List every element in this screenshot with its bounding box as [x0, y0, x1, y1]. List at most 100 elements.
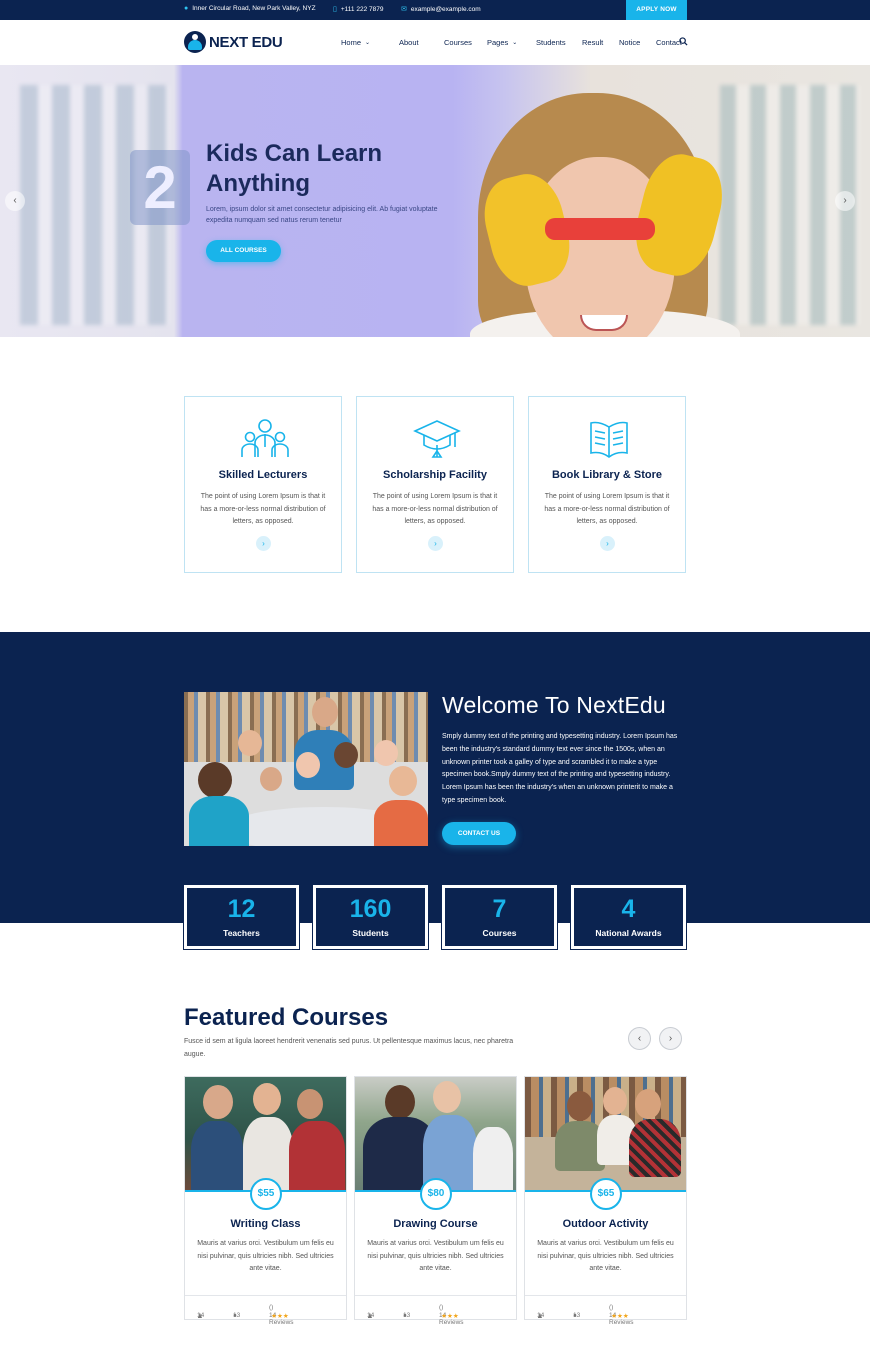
- chevron-right-icon[interactable]: ›: [428, 536, 443, 551]
- nav-notice[interactable]: Notice: [619, 38, 656, 47]
- main-nav: Home ⌄ About Courses Pages ⌄ Students Resu…: [341, 38, 691, 47]
- background-figure: [473, 1127, 513, 1190]
- hero-slider: 2 Kids Can Learn Anything Lorem, ipsum d…: [0, 65, 870, 337]
- course-text: Mauris at varius orci. Vestibulum um fel…: [537, 1240, 674, 1272]
- student-figure: [253, 1083, 281, 1115]
- contact-us-button[interactable]: CONTACT US: [442, 822, 516, 845]
- email-text[interactable]: example@example.com: [411, 6, 481, 13]
- chevron-right-icon[interactable]: ›: [659, 1027, 682, 1050]
- address-text: Inner Circular Road, New Park Valley, NY…: [192, 5, 316, 12]
- course-meta: ♟ 14 ● 13 14 Reviews (★★★): [525, 1295, 686, 1326]
- nav-home[interactable]: Home ⌄: [341, 38, 399, 47]
- student-figure: [203, 1085, 233, 1119]
- chevron-down-icon: ⌄: [365, 40, 371, 46]
- kid-figure: [238, 730, 262, 756]
- nav-students-label: Students: [536, 38, 566, 47]
- course-card-writing[interactable]: $55 Writing Class Mauris at varius orci.…: [184, 1076, 347, 1326]
- star-rating-icon: ★★★: [441, 1313, 459, 1320]
- search-icon[interactable]: [679, 37, 688, 46]
- students-count-value: 14: [537, 1312, 545, 1319]
- nav-result[interactable]: Result: [582, 38, 619, 47]
- feature-text: The point of using Lorem Ipsum is that i…: [544, 493, 670, 525]
- chevron-left-icon[interactable]: ‹: [5, 191, 25, 211]
- nav-about[interactable]: About: [399, 38, 424, 47]
- nav-home-label: Home: [341, 38, 362, 47]
- nav-students[interactable]: Students: [536, 38, 582, 47]
- feature-title: Skilled Lecturers: [218, 469, 308, 481]
- course-title[interactable]: Outdoor Activity: [525, 1218, 686, 1230]
- star-rating-icon: ★★★: [271, 1313, 289, 1320]
- logo-icon: [184, 31, 206, 53]
- logo[interactable]: NEXT EDU: [184, 31, 283, 53]
- chevron-left-icon[interactable]: ‹: [628, 1027, 651, 1050]
- classroom-photo: [184, 692, 428, 846]
- address-info: ● Inner Circular Road, New Park Valley, …: [184, 5, 316, 12]
- comments-count-value: 13: [233, 1312, 241, 1319]
- star-rating-icon: ★★★: [611, 1313, 629, 1320]
- envelope-icon: ✉: [401, 6, 407, 13]
- nav-about-label: About: [399, 38, 419, 47]
- phone-text[interactable]: +111 222 7879: [341, 6, 384, 13]
- chevron-right-icon[interactable]: ›: [600, 536, 615, 551]
- course-title[interactable]: Writing Class: [185, 1218, 346, 1230]
- course-card-drawing[interactable]: $80 Drawing Course Mauris at varius orci…: [354, 1076, 517, 1326]
- kid-figure: [389, 766, 417, 796]
- kid-figure: [296, 752, 320, 778]
- teacher-figure: [312, 697, 338, 727]
- course-price: $55: [250, 1178, 282, 1210]
- reviews[interactable]: 14 Reviews (★★★): [439, 1304, 464, 1326]
- nav-pages[interactable]: Pages ⌄: [487, 38, 536, 47]
- teacher-figure: [433, 1081, 461, 1113]
- chevron-right-icon[interactable]: ›: [256, 536, 271, 551]
- reviews[interactable]: 14 Reviews (★★★): [269, 1304, 294, 1326]
- apply-now-button[interactable]: APPLY NOW: [626, 0, 687, 20]
- student-shirt: [629, 1119, 681, 1177]
- hero-title: Kids Can Learn Anything: [206, 140, 383, 197]
- kid-figure: [334, 742, 358, 768]
- feature-title: Book Library & Store: [551, 469, 663, 481]
- reviews[interactable]: 14 Reviews (★★★): [609, 1304, 634, 1326]
- student-figure: [567, 1091, 593, 1121]
- student-figure: [603, 1087, 627, 1115]
- chevron-right-icon[interactable]: ›: [835, 191, 855, 211]
- welcome-text: Smply dummy text of the printing and typ…: [442, 733, 678, 804]
- site-header: NEXT EDU Home ⌄ About Courses Pages ⌄ Stud…: [0, 20, 870, 65]
- kid-shirt: [374, 800, 428, 846]
- feature-title: Scholarship Facility: [383, 469, 487, 481]
- logo-text: NEXT EDU: [209, 33, 283, 51]
- hero-paint-stripe: [545, 218, 655, 240]
- phone-info[interactable]: ▯ +111 222 7879: [333, 5, 384, 14]
- course-image: [355, 1077, 516, 1192]
- course-meta: ♟ 14 ● 13 14 Reviews (★★★): [355, 1295, 516, 1326]
- course-image: [525, 1077, 686, 1192]
- kid-figure: [374, 740, 398, 766]
- nav-pages-label: Pages: [487, 38, 509, 47]
- feature-card-lecturers: Skilled Lecturers The point of using Lor…: [184, 396, 342, 573]
- nav-courses[interactable]: Courses: [444, 38, 487, 47]
- kid-figure: [260, 767, 282, 791]
- feature-card-scholarship: Scholarship Facility The point of using …: [356, 396, 514, 573]
- kid-figure: [198, 762, 232, 798]
- welcome-title: Welcome To NextEdu: [442, 692, 666, 718]
- course-text: Mauris at varius orci. Vestibulum um fel…: [367, 1240, 504, 1272]
- stat-value: 160: [349, 895, 392, 923]
- course-title[interactable]: Drawing Course: [355, 1218, 516, 1230]
- stat-students: 160 Students: [312, 884, 429, 950]
- nav-notice-label: Notice: [619, 38, 641, 47]
- course-card-outdoor[interactable]: $65 Outdoor Activity Mauris at varius or…: [524, 1076, 687, 1326]
- course-price: $65: [590, 1178, 622, 1210]
- student-figure: [385, 1085, 415, 1119]
- comments-count-value: 13: [403, 1312, 411, 1319]
- kid-shirt: [189, 796, 249, 846]
- book-icon: [590, 421, 628, 458]
- all-courses-button[interactable]: ALL COURSES: [206, 240, 281, 262]
- email-info[interactable]: ✉ example@example.com: [401, 5, 481, 14]
- stat-courses: 7 Courses: [441, 884, 558, 950]
- student-figure: [297, 1089, 323, 1119]
- feature-text: The point of using Lorem Ipsum is that i…: [372, 493, 498, 525]
- stat-value: 7: [492, 895, 507, 923]
- location-pin-icon: ●: [184, 5, 189, 12]
- graduation-cap-icon: [413, 420, 461, 458]
- feature-card-library: Book Library & Store The point of using …: [528, 396, 686, 573]
- nav-contact-label: Contact: [656, 38, 682, 47]
